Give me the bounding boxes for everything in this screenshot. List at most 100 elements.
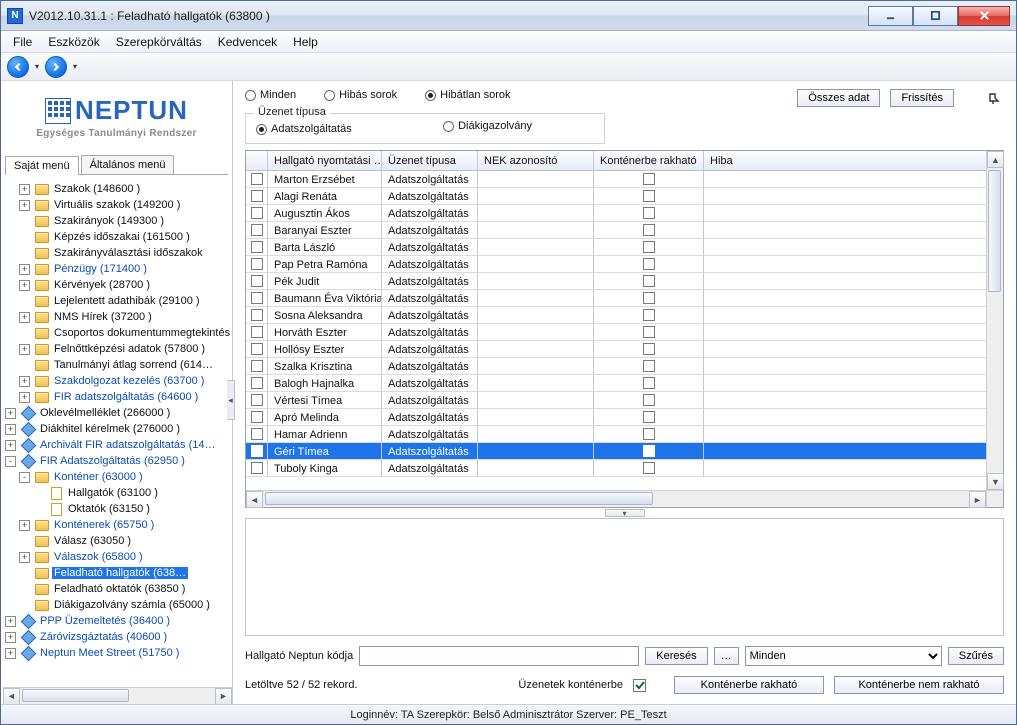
tree-item[interactable]: +Virtuális szakok (149200 )	[5, 197, 232, 213]
cell-checkbox[interactable]	[643, 190, 655, 202]
cell-checkbox[interactable]	[643, 275, 655, 287]
cell-checkbox[interactable]	[643, 360, 655, 372]
expand-icon[interactable]: +	[19, 552, 30, 563]
tree-item[interactable]: +Záróvizsgáztatás (40600 )	[5, 629, 232, 645]
expand-icon[interactable]: +	[19, 280, 30, 291]
splitter-grip-icon[interactable]: ▾	[605, 509, 645, 517]
tab-general-menu[interactable]: Általános menü	[81, 155, 175, 174]
row-checkbox[interactable]	[251, 428, 263, 440]
tree-item[interactable]: Feladható oktatók (63850 )	[5, 581, 232, 597]
row-checkbox[interactable]	[251, 224, 263, 236]
nav-back-button[interactable]	[7, 56, 29, 78]
expand-icon[interactable]: +	[19, 344, 30, 355]
scroll-left-icon[interactable]: ◄	[3, 688, 20, 705]
all-data-button[interactable]: Összes adat	[797, 89, 880, 107]
tree-item[interactable]: Feladható hallgatók (638…	[5, 565, 232, 581]
radio-msgtype-data[interactable]: Adatszolgáltatás	[256, 123, 352, 135]
row-checkbox[interactable]	[251, 258, 263, 270]
container-checkbox[interactable]	[633, 679, 646, 692]
expand-icon[interactable]: +	[19, 520, 30, 531]
tree-item[interactable]: +Pénzügy (171400 )	[5, 261, 232, 277]
minimize-button[interactable]	[868, 6, 913, 26]
tree-item[interactable]: -FIR Adatszolgáltatás (62950 )	[5, 453, 232, 469]
pane-collapse-handle[interactable]: ◂	[227, 380, 235, 420]
tree-item[interactable]: Oktatók (63150 )	[5, 501, 232, 517]
menu-help[interactable]: Help	[285, 33, 326, 51]
table-row[interactable]: Apró MelindaAdatszolgáltatás	[246, 409, 986, 426]
scroll-up-icon[interactable]: ▲	[987, 151, 1004, 168]
grid-splitter[interactable]: ▾	[245, 508, 1004, 518]
row-checkbox[interactable]	[251, 309, 263, 321]
tree-item[interactable]: Diákigazolvány számla (65000 )	[5, 597, 232, 613]
maximize-button[interactable]	[913, 6, 958, 26]
nav-forward-button[interactable]	[45, 56, 67, 78]
grid-hscrollbar[interactable]: ◄ ►	[246, 490, 986, 507]
tree-item[interactable]: +Szakok (148600 )	[5, 181, 232, 197]
expand-icon[interactable]: +	[5, 616, 16, 627]
table-row[interactable]: Horváth EszterAdatszolgáltatás	[246, 324, 986, 341]
pin-icon[interactable]	[982, 89, 1006, 107]
col-nek-id[interactable]: NEK azonosító	[478, 151, 594, 170]
cell-checkbox[interactable]	[643, 258, 655, 270]
table-row[interactable]: Pék JuditAdatszolgáltatás	[246, 273, 986, 290]
hscroll-right-icon[interactable]: ►	[969, 491, 986, 508]
radio-msgtype-card[interactable]: Diákigazolvány	[443, 120, 532, 132]
cell-checkbox[interactable]	[643, 173, 655, 185]
table-row[interactable]: Baumann Éva ViktóriaAdatszolgáltatás	[246, 290, 986, 307]
tree-item[interactable]: +FIR adatszolgáltatás (64600 )	[5, 389, 232, 405]
table-row[interactable]: Balogh HajnalkaAdatszolgáltatás	[246, 375, 986, 392]
grid-vscrollbar[interactable]: ▲ ▼	[986, 151, 1003, 490]
table-row[interactable]: Sosna AleksandraAdatszolgáltatás	[246, 307, 986, 324]
grid-body[interactable]: Marton ErzsébetAdatszolgáltatásAlagi Ren…	[246, 171, 986, 490]
table-row[interactable]: Alagi RenátaAdatszolgáltatás	[246, 188, 986, 205]
row-checkbox[interactable]	[251, 241, 263, 253]
scroll-thumb[interactable]	[22, 689, 129, 702]
tree-item[interactable]: +Felnőttképzési adatok (57800 )	[5, 341, 232, 357]
tree-hscrollbar[interactable]: ◄ ►	[3, 687, 232, 704]
scroll-right-icon[interactable]: ►	[215, 688, 232, 705]
tree-item[interactable]: +Oklevélmelléklet (266000 )	[5, 405, 232, 421]
cell-checkbox[interactable]	[643, 462, 655, 474]
table-row[interactable]: Hamar AdriennAdatszolgáltatás	[246, 426, 986, 443]
radio-ok-rows[interactable]: Hibátlan sorok	[425, 89, 510, 101]
containerable-yes-button[interactable]: Konténerbe rakható	[674, 676, 824, 694]
hscroll-thumb[interactable]	[265, 492, 653, 505]
table-row[interactable]: Szalka KrisztinaAdatszolgáltatás	[246, 358, 986, 375]
table-row[interactable]: Augusztin ÁkosAdatszolgáltatás	[246, 205, 986, 222]
tree-item[interactable]: +Szakdolgozat kezelés (63700 )	[5, 373, 232, 389]
vscroll-thumb[interactable]	[988, 170, 1001, 292]
menu-tools[interactable]: Eszközök	[40, 33, 107, 51]
hscroll-left-icon[interactable]: ◄	[246, 491, 263, 508]
row-checkbox[interactable]	[251, 292, 263, 304]
table-row[interactable]: Barta LászlóAdatszolgáltatás	[246, 239, 986, 256]
menu-favorites[interactable]: Kedvencek	[210, 33, 285, 51]
cell-checkbox[interactable]	[643, 292, 655, 304]
cell-checkbox[interactable]	[643, 394, 655, 406]
nav-back-dropdown[interactable]: ▾	[33, 62, 41, 71]
tree-item[interactable]: -Konténer (63000 )	[5, 469, 232, 485]
tree-item[interactable]: Szakirányok (149300 )	[5, 213, 232, 229]
tree-item[interactable]: +Konténerek (65750 )	[5, 517, 232, 533]
scroll-down-icon[interactable]: ▼	[987, 473, 1004, 490]
close-button[interactable]	[958, 6, 1010, 26]
tree-item[interactable]: Tanulmányi átlag sorrend (614…	[5, 357, 232, 373]
expand-icon[interactable]: -	[19, 472, 30, 483]
cell-checkbox[interactable]	[643, 326, 655, 338]
expand-icon[interactable]: +	[5, 408, 16, 419]
expand-icon[interactable]: +	[19, 312, 30, 323]
cell-checkbox[interactable]	[643, 377, 655, 389]
tree-item[interactable]: +Diákhitel kérelmek (276000 )	[5, 421, 232, 437]
row-checkbox[interactable]	[251, 445, 263, 457]
search-dropdown[interactable]: Minden	[745, 646, 942, 666]
row-checkbox[interactable]	[251, 411, 263, 423]
cell-checkbox[interactable]	[643, 224, 655, 236]
row-checkbox[interactable]	[251, 173, 263, 185]
table-row[interactable]: Marton ErzsébetAdatszolgáltatás	[246, 171, 986, 188]
refresh-button[interactable]: Frissítés	[890, 89, 954, 107]
expand-icon[interactable]: +	[5, 648, 16, 659]
cell-checkbox[interactable]	[643, 241, 655, 253]
col-message-type[interactable]: Üzenet típusa	[382, 151, 478, 170]
row-checkbox[interactable]	[251, 326, 263, 338]
tree-item[interactable]: +Archivált FIR adatszolgáltatás (14…	[5, 437, 232, 453]
row-checkbox[interactable]	[251, 360, 263, 372]
